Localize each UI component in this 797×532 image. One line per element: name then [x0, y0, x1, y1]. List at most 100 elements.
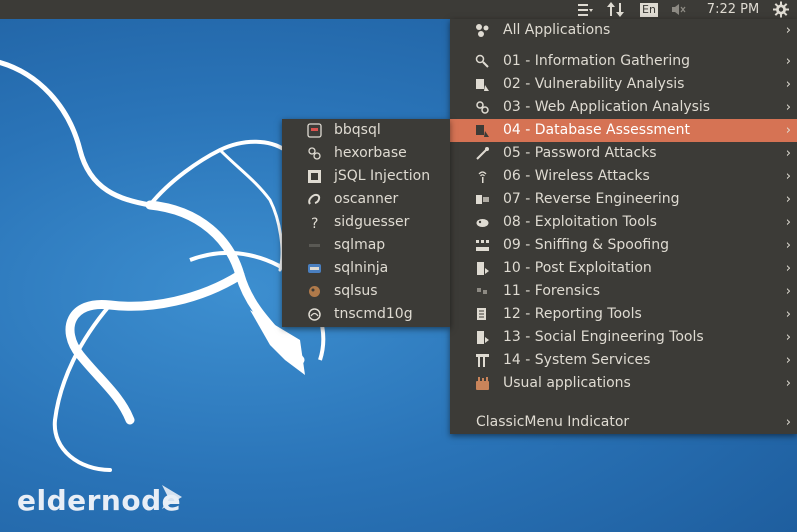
submenu-item-label: sqlsus: [334, 283, 378, 299]
menu-item-reverse-engineering[interactable]: 07 - Reverse Engineering ›: [450, 188, 797, 211]
brand-wordmark: eldernode: [17, 484, 182, 517]
chevron-right-icon: ›: [785, 353, 791, 368]
top-panel: En 7:22 PM: [0, 0, 797, 19]
menu-item-label: 06 - Wireless Attacks: [503, 168, 650, 184]
menu-item-label: 07 - Reverse Engineering: [503, 191, 680, 207]
menu-item-label: 01 - Information Gathering: [503, 53, 691, 69]
submenu-item-label: hexorbase: [334, 145, 407, 161]
submenu-item-label: sqlninja: [334, 260, 389, 276]
chevron-right-icon: ›: [785, 146, 791, 161]
sqlninja-icon: [307, 261, 322, 276]
chevron-right-icon: ›: [785, 169, 791, 184]
menu-item-label: 05 - Password Attacks: [503, 145, 657, 161]
menu-item-label: 13 - Social Engineering Tools: [503, 329, 704, 345]
network-icon[interactable]: [606, 0, 626, 19]
chevron-right-icon: ›: [785, 307, 791, 322]
chevron-right-icon: ›: [785, 330, 791, 345]
submenu-item-oscanner[interactable]: oscanner: [282, 188, 450, 211]
menu-icon[interactable]: [576, 0, 594, 19]
menu-item-social-engineering-tools[interactable]: 13 - Social Engineering Tools ›: [450, 326, 797, 349]
menu-item-information-gathering[interactable]: 01 - Information Gathering ›: [450, 50, 797, 73]
menu-item-system-services[interactable]: 14 - System Services ›: [450, 349, 797, 372]
submenu-item-label: sidguesser: [334, 214, 410, 230]
menu-item-exploitation-tools[interactable]: 08 - Exploitation Tools ›: [450, 211, 797, 234]
submenu-item-label: jSQL Injection: [334, 168, 431, 184]
menu-item-label: ClassicMenu Indicator: [476, 414, 630, 430]
forensics-icon: [475, 284, 490, 299]
sqlsus-icon: [307, 284, 322, 299]
brand-arrow-icon: [162, 485, 182, 509]
database-assessment-submenu: bbqsql hexorbase jSQL Injection oscanner…: [282, 119, 450, 327]
chevron-right-icon: ›: [785, 77, 791, 92]
exploit-icon: [475, 215, 490, 230]
menu-item-label: 14 - System Services: [503, 352, 651, 368]
jsql-icon: [307, 169, 322, 184]
hexorbase-icon: [307, 146, 322, 161]
submenu-item-sidguesser[interactable]: ? sidguesser: [282, 211, 450, 234]
services-icon: [475, 353, 490, 368]
chevron-right-icon: ›: [785, 415, 791, 430]
language-label: En: [640, 3, 658, 17]
submenu-item-tnscmd10g[interactable]: tnscmd10g: [282, 303, 450, 326]
menu-item-forensics[interactable]: 11 - Forensics ›: [450, 280, 797, 303]
menu-item-label: 09 - Sniffing & Spoofing: [503, 237, 670, 253]
social-icon: [475, 330, 490, 345]
bbqsql-icon: [307, 123, 322, 138]
submenu-item-sqlninja[interactable]: sqlninja: [282, 257, 450, 280]
menu-item-label: Usual applications: [503, 375, 631, 391]
chevron-right-icon: ›: [785, 215, 791, 230]
system-gear-icon[interactable]: [771, 0, 791, 19]
submenu-item-jsql-injection[interactable]: jSQL Injection: [282, 165, 450, 188]
menu-item-label: 08 - Exploitation Tools: [503, 214, 657, 230]
chevron-right-icon: ›: [785, 54, 791, 69]
reporting-icon: [475, 307, 490, 322]
chevron-right-icon: ›: [785, 238, 791, 253]
chevron-right-icon: ›: [785, 261, 791, 276]
chevron-right-icon: ›: [785, 284, 791, 299]
menu-item-post-exploitation[interactable]: 10 - Post Exploitation ›: [450, 257, 797, 280]
menu-item-vulnerability-analysis[interactable]: 02 - Vulnerability Analysis ›: [450, 73, 797, 96]
chevron-right-icon: ›: [785, 192, 791, 207]
menu-item-classicmenu-indicator[interactable]: ClassicMenu Indicator ›: [450, 411, 797, 434]
post-exploit-icon: [475, 261, 490, 276]
menu-item-database-assessment[interactable]: 04 - Database Assessment ›: [450, 119, 797, 142]
reverse-icon: [475, 192, 490, 207]
menu-item-password-attacks[interactable]: 05 - Password Attacks ›: [450, 142, 797, 165]
chevron-right-icon: ›: [785, 100, 791, 115]
menu-item-wireless-attacks[interactable]: 06 - Wireless Attacks ›: [450, 165, 797, 188]
submenu-item-label: tnscmd10g: [334, 306, 413, 322]
submenu-item-label: oscanner: [334, 191, 399, 207]
menu-item-label: 12 - Reporting Tools: [503, 306, 642, 322]
submenu-item-sqlmap[interactable]: sqlmap: [282, 234, 450, 257]
web-icon: [475, 100, 490, 115]
all-apps-icon: [475, 23, 490, 38]
menu-item-label: 03 - Web Application Analysis: [503, 99, 711, 115]
keyboard-layout-indicator[interactable]: En: [638, 0, 660, 19]
menu-item-label: 11 - Forensics: [503, 283, 600, 299]
menu-item-label: 10 - Post Exploitation: [503, 260, 652, 276]
oscanner-icon: [307, 192, 322, 207]
menu-item-usual-applications[interactable]: Usual applications ›: [450, 372, 797, 395]
password-icon: [475, 146, 490, 161]
submenu-item-sqlsus[interactable]: sqlsus: [282, 280, 450, 303]
clock[interactable]: 7:22 PM: [700, 0, 766, 19]
submenu-item-label: bbqsql: [334, 122, 381, 138]
wireless-icon: [475, 169, 490, 184]
menu-item-web-application-analysis[interactable]: 03 - Web Application Analysis ›: [450, 96, 797, 119]
sniff-icon: [475, 238, 490, 253]
submenu-item-hexorbase[interactable]: hexorbase: [282, 142, 450, 165]
question-mark-icon: ?: [307, 215, 322, 230]
menu-item-label: 02 - Vulnerability Analysis: [503, 76, 685, 92]
menu-item-sniffing-spoofing[interactable]: 09 - Sniffing & Spoofing ›: [450, 234, 797, 257]
menu-item-label: All Applications: [503, 22, 611, 38]
menu-item-all-applications[interactable]: All Applications ›: [450, 19, 797, 42]
database-icon: [475, 123, 490, 138]
chevron-right-icon: ›: [785, 23, 791, 38]
magnifier-icon: [475, 54, 490, 69]
menu-item-reporting-tools[interactable]: 12 - Reporting Tools ›: [450, 303, 797, 326]
svg-text:?: ?: [311, 216, 318, 230]
submenu-item-bbqsql[interactable]: bbqsql: [282, 119, 450, 142]
volume-muted-icon[interactable]: [669, 0, 689, 19]
menu-item-label: 04 - Database Assessment: [503, 122, 690, 138]
sqlmap-icon: [307, 238, 322, 253]
